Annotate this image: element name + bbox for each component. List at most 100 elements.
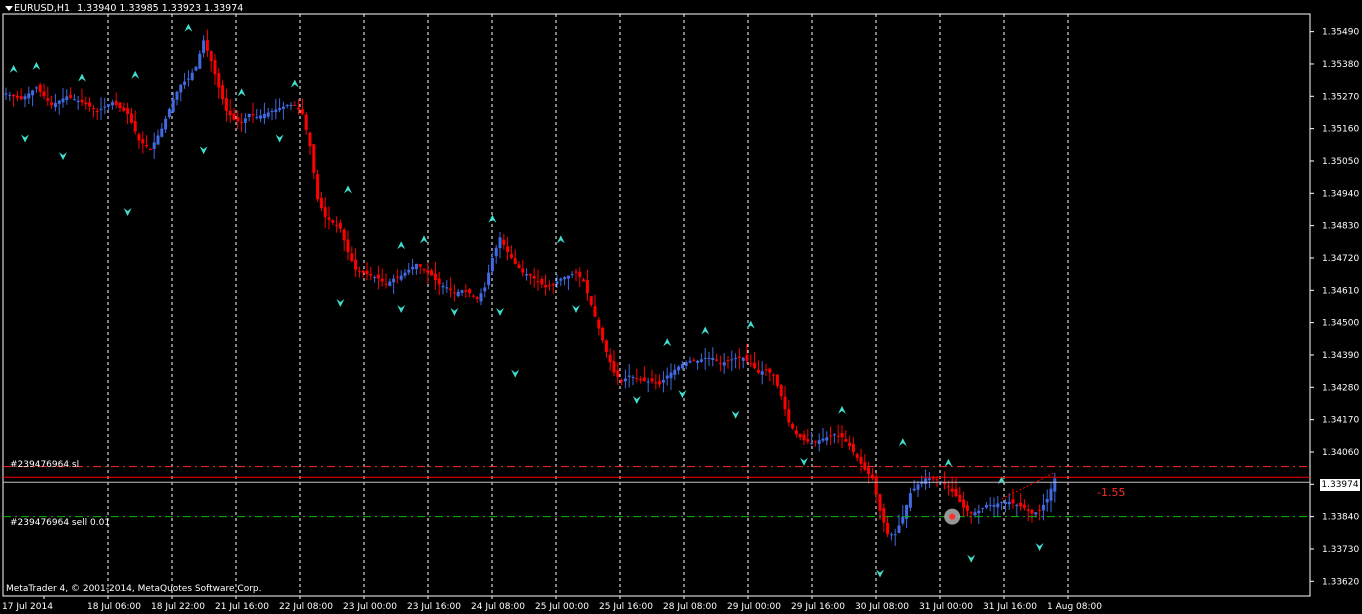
- candle-body: [373, 277, 377, 279]
- candle-body: [335, 224, 339, 226]
- candle-body: [521, 268, 525, 273]
- y-tick-label: 1.35160: [1322, 125, 1359, 135]
- fractal-arrow-icon: [336, 299, 345, 308]
- chart-frame: [2, 13, 1311, 597]
- stop-loss-label: #239476964 sl: [10, 460, 80, 470]
- candle-body: [160, 128, 164, 137]
- candle-body: [190, 72, 194, 81]
- candle-body: [726, 360, 730, 362]
- candle-body: [642, 377, 646, 382]
- candle-body: [908, 493, 912, 508]
- fractal-arrow-icon: [488, 214, 497, 223]
- fractal-arrow-icon: [290, 79, 299, 88]
- candle-body: [502, 239, 506, 245]
- candle-body: [597, 319, 601, 329]
- y-tick-label: 1.35380: [1322, 60, 1359, 70]
- candle-body: [342, 229, 346, 241]
- fractal-arrow-icon: [838, 405, 846, 414]
- candle-body: [829, 435, 833, 437]
- candle-body: [23, 96, 27, 100]
- candle-body: [369, 273, 373, 276]
- fractal-arrow-icon: [184, 23, 193, 32]
- candle-body: [878, 494, 882, 511]
- candle-body: [699, 359, 703, 362]
- candle-body: [627, 375, 631, 377]
- fractal-arrow-icon: [123, 207, 132, 216]
- candle-body: [103, 106, 107, 108]
- x-tick-label: 21 Jul 16:00: [215, 602, 269, 612]
- candle-body: [167, 109, 171, 118]
- candle-body: [468, 289, 472, 294]
- candle-body: [232, 113, 236, 120]
- candle-body: [1000, 501, 1004, 503]
- copyright-text: MetaTrader 4, © 2001-2014, MetaQuotes So…: [6, 584, 262, 594]
- x-tick-label: 18 Jul 22:00: [151, 602, 205, 612]
- fractal-arrow-icon: [9, 64, 18, 73]
- candle-body: [1041, 504, 1045, 511]
- candle-body: [840, 433, 844, 438]
- fractal-arrow-icon: [632, 396, 641, 405]
- candle-body: [490, 257, 494, 272]
- candle-body: [99, 108, 103, 110]
- fractal-arrow-icon: [944, 458, 953, 467]
- fractal-arrow-icon: [21, 134, 29, 143]
- candle-body: [437, 278, 441, 285]
- candle-body: [813, 441, 817, 443]
- candle-body: [285, 105, 289, 107]
- candle-body: [969, 512, 973, 514]
- candle-body: [259, 115, 263, 119]
- fractal-arrow-icon: [78, 73, 86, 82]
- candle-body: [927, 478, 931, 480]
- candle-body: [456, 291, 460, 297]
- candle-body: [711, 357, 715, 360]
- candle-body: [680, 363, 684, 369]
- candle-body: [494, 247, 498, 257]
- candle-body: [886, 522, 890, 535]
- candle-body: [897, 525, 901, 533]
- candle-body: [38, 84, 42, 92]
- y-tick-label: 1.35050: [1322, 157, 1359, 167]
- candle-body: [589, 296, 593, 305]
- candle-body: [84, 102, 88, 105]
- x-tick-label: 30 Jul 08:00: [855, 602, 909, 612]
- candle-body: [684, 362, 688, 366]
- candle-body: [623, 378, 627, 382]
- candle-body: [69, 94, 73, 98]
- candle-body: [110, 102, 114, 106]
- candle-body: [350, 253, 354, 261]
- fractal-arrow-icon: [32, 61, 41, 70]
- candle-body: [319, 197, 323, 208]
- y-tick-label: 1.34830: [1322, 222, 1359, 232]
- candle-body: [555, 281, 559, 284]
- candle-body: [452, 292, 456, 294]
- candle-body: [988, 504, 992, 506]
- candle-body: [775, 374, 779, 386]
- candle-body: [608, 354, 612, 363]
- candle-body: [745, 355, 749, 361]
- candle-body: [1022, 504, 1026, 508]
- price-chart[interactable]: 17 Jul 2014 18 Jul 06:00 18 Jul 22:00 21 Ju…: [0, 0, 1362, 614]
- candle-body: [654, 382, 658, 384]
- candle-body: [202, 40, 206, 54]
- candle-body: [91, 107, 95, 109]
- candle-body: [418, 264, 422, 267]
- candle-body: [1045, 499, 1049, 503]
- candle-body: [677, 366, 681, 371]
- candle-body: [517, 264, 521, 269]
- candle-body: [593, 306, 597, 317]
- candle-body: [346, 239, 350, 253]
- candle-body: [300, 109, 304, 114]
- fractal-arrow-icon: [420, 235, 428, 244]
- sell-order-label: #239476964 sell 0.01: [10, 518, 111, 528]
- candle-body: [688, 360, 692, 363]
- candle-body: [1034, 512, 1038, 515]
- y-tick-label: 1.34280: [1322, 383, 1359, 393]
- candle-body: [772, 374, 776, 376]
- candle-body: [867, 467, 871, 475]
- candle-body: [217, 73, 221, 88]
- order-marker-dot: [949, 513, 956, 520]
- candle-body: [464, 290, 468, 292]
- candle-body: [631, 377, 635, 379]
- candle-body: [722, 362, 726, 366]
- candle-body: [635, 378, 639, 380]
